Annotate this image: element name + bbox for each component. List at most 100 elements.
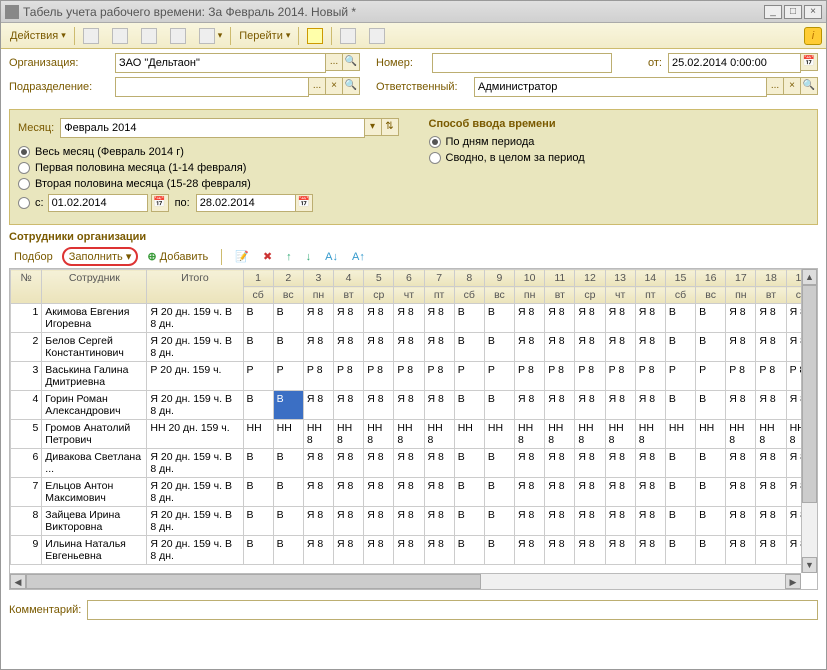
day-cell[interactable]: В bbox=[696, 536, 726, 565]
employee-name[interactable]: Ельцов Антон Максимович bbox=[42, 478, 147, 507]
weekday-header-9[interactable]: вс bbox=[484, 287, 514, 304]
day-cell[interactable]: Я 8 bbox=[575, 536, 605, 565]
dept-input[interactable] bbox=[115, 77, 309, 97]
day-cell[interactable]: Я 8 bbox=[334, 478, 364, 507]
day-cell[interactable]: Я 8 bbox=[424, 536, 454, 565]
day-cell[interactable]: Р 8 bbox=[394, 362, 424, 391]
horizontal-scrollbar[interactable]: ◀ ▶ bbox=[10, 573, 801, 589]
day-header-12[interactable]: 12 bbox=[575, 270, 605, 287]
day-cell[interactable]: Я 8 bbox=[575, 507, 605, 536]
day-cell[interactable]: Я 8 bbox=[635, 333, 665, 362]
day-cell[interactable]: В bbox=[273, 507, 303, 536]
table-row[interactable]: 6Дивакова Светлана ...Я 20 дн. 159 ч. В … bbox=[11, 449, 817, 478]
org-input[interactable]: ЗАО "Дельтаон" bbox=[115, 53, 326, 73]
day-cell[interactable]: В bbox=[273, 449, 303, 478]
col-num-header[interactable]: № bbox=[11, 270, 42, 304]
day-cell[interactable]: В bbox=[243, 478, 273, 507]
table-row[interactable]: 1Акимова Евгения ИгоревнаЯ 20 дн. 159 ч.… bbox=[11, 304, 817, 333]
day-cell[interactable]: Я 8 bbox=[575, 449, 605, 478]
day-cell[interactable]: Я 8 bbox=[726, 507, 756, 536]
day-cell[interactable]: Р 8 bbox=[303, 362, 333, 391]
day-cell[interactable]: Я 8 bbox=[364, 536, 394, 565]
vertical-scrollbar[interactable]: ▲ ▼ bbox=[801, 269, 817, 573]
day-cell[interactable]: НН 8 bbox=[635, 420, 665, 449]
day-cell[interactable]: Я 8 bbox=[334, 536, 364, 565]
day-cell[interactable]: В bbox=[484, 304, 514, 333]
weekday-header-8[interactable]: сб bbox=[454, 287, 484, 304]
info-button[interactable]: i bbox=[804, 27, 822, 45]
day-cell[interactable]: Я 8 bbox=[756, 507, 786, 536]
day-cell[interactable]: Р 8 bbox=[334, 362, 364, 391]
day-cell[interactable]: Я 8 bbox=[756, 333, 786, 362]
day-cell[interactable]: В bbox=[273, 536, 303, 565]
day-cell[interactable]: Я 8 bbox=[334, 449, 364, 478]
day-cell[interactable]: Я 8 bbox=[515, 478, 545, 507]
col-total-header[interactable]: Итого bbox=[147, 270, 243, 304]
day-cell[interactable]: В bbox=[243, 507, 273, 536]
day-cell[interactable]: Я 8 bbox=[303, 507, 333, 536]
day-cell[interactable]: Р 8 bbox=[424, 362, 454, 391]
day-cell[interactable]: В bbox=[454, 478, 484, 507]
day-cell[interactable]: В bbox=[484, 391, 514, 420]
day-cell[interactable]: НН 8 bbox=[364, 420, 394, 449]
day-cell[interactable]: Я 8 bbox=[394, 507, 424, 536]
range-from-input[interactable]: 01.02.2014 bbox=[48, 194, 148, 212]
close-button[interactable]: × bbox=[804, 5, 822, 19]
day-header-18[interactable]: 18 bbox=[756, 270, 786, 287]
day-header-17[interactable]: 17 bbox=[726, 270, 756, 287]
day-cell[interactable]: Я 8 bbox=[515, 304, 545, 333]
day-cell[interactable]: В bbox=[454, 304, 484, 333]
day-cell[interactable]: НН bbox=[454, 420, 484, 449]
day-header-15[interactable]: 15 bbox=[665, 270, 695, 287]
day-cell[interactable]: В bbox=[696, 478, 726, 507]
day-cell[interactable]: Я 8 bbox=[515, 536, 545, 565]
day-cell[interactable]: НН 8 bbox=[394, 420, 424, 449]
day-cell[interactable]: НН bbox=[665, 420, 695, 449]
day-cell[interactable]: Я 8 bbox=[334, 333, 364, 362]
day-header-2[interactable]: 2 bbox=[273, 270, 303, 287]
day-header-5[interactable]: 5 bbox=[364, 270, 394, 287]
total-cell[interactable]: Я 20 дн. 159 ч. В 8 дн. bbox=[147, 391, 243, 420]
weekday-header-17[interactable]: пн bbox=[726, 287, 756, 304]
day-cell[interactable]: Я 8 bbox=[545, 304, 575, 333]
day-cell[interactable]: НН 8 bbox=[575, 420, 605, 449]
day-cell[interactable]: Я 8 bbox=[545, 333, 575, 362]
day-cell[interactable]: НН 8 bbox=[303, 420, 333, 449]
add-button[interactable]: ⊕ Добавить bbox=[142, 248, 213, 265]
org-select-button[interactable]: ... bbox=[325, 53, 343, 71]
range-to-cal-button[interactable]: 📅 bbox=[295, 194, 313, 212]
day-cell[interactable]: В bbox=[454, 449, 484, 478]
day-cell[interactable]: В bbox=[273, 304, 303, 333]
table-row[interactable]: 9Ильина Наталья ЕвгеньевнаЯ 20 дн. 159 ч… bbox=[11, 536, 817, 565]
radio-whole-month[interactable]: Весь месяц (Февраль 2014 г) bbox=[18, 146, 399, 158]
day-cell[interactable]: Я 8 bbox=[364, 507, 394, 536]
weekday-header-18[interactable]: вт bbox=[756, 287, 786, 304]
day-cell[interactable]: Р 8 bbox=[635, 362, 665, 391]
day-cell[interactable]: Я 8 bbox=[303, 391, 333, 420]
day-cell[interactable]: Я 8 bbox=[756, 391, 786, 420]
day-cell[interactable]: Я 8 bbox=[756, 304, 786, 333]
toolbar-icon-5[interactable] bbox=[194, 26, 228, 46]
day-cell[interactable]: Р bbox=[665, 362, 695, 391]
day-cell[interactable]: В bbox=[696, 507, 726, 536]
day-cell[interactable]: Я 8 bbox=[515, 449, 545, 478]
day-cell[interactable]: В bbox=[696, 333, 726, 362]
day-header-13[interactable]: 13 bbox=[605, 270, 635, 287]
weekday-header-4[interactable]: вт bbox=[334, 287, 364, 304]
tool-icon-down[interactable]: ↓ bbox=[301, 249, 317, 265]
col-emp-header[interactable]: Сотрудник bbox=[42, 270, 147, 304]
table-row[interactable]: 3Васькина Галина ДмитриевнаР 20 дн. 159 … bbox=[11, 362, 817, 391]
day-cell[interactable]: Я 8 bbox=[424, 333, 454, 362]
month-dropdown-button[interactable]: ▾ bbox=[364, 118, 382, 136]
employee-name[interactable]: Акимова Евгения Игоревна bbox=[42, 304, 147, 333]
day-cell[interactable]: В bbox=[484, 507, 514, 536]
day-cell[interactable]: Я 8 bbox=[605, 391, 635, 420]
day-cell[interactable]: В bbox=[484, 449, 514, 478]
day-cell[interactable]: В bbox=[243, 536, 273, 565]
day-cell[interactable]: Я 8 bbox=[303, 333, 333, 362]
resp-clear-button[interactable]: × bbox=[783, 77, 801, 95]
day-cell[interactable]: Я 8 bbox=[303, 536, 333, 565]
day-cell[interactable]: Я 8 bbox=[364, 391, 394, 420]
total-cell[interactable]: НН 20 дн. 159 ч. bbox=[147, 420, 243, 449]
employee-name[interactable]: Ильина Наталья Евгеньевна bbox=[42, 536, 147, 565]
